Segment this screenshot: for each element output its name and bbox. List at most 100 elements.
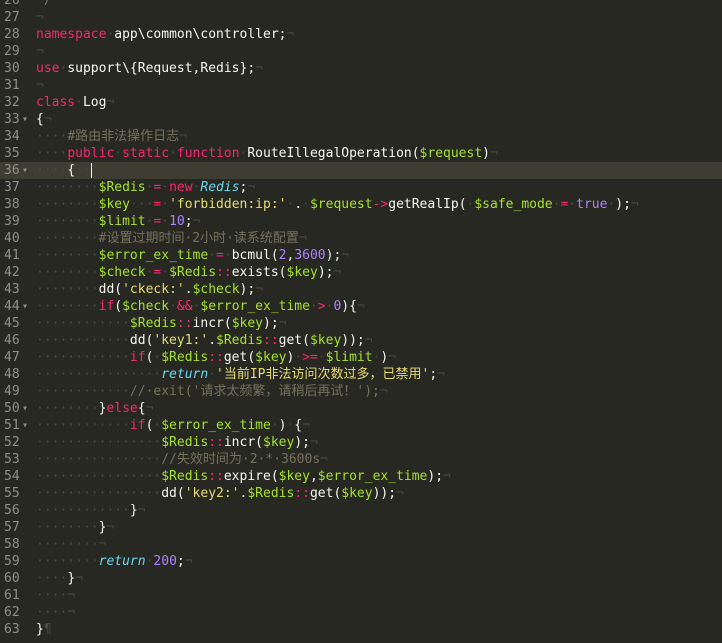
line-number: 45 bbox=[4, 316, 20, 331]
line-number: 41 bbox=[4, 248, 20, 263]
code-line[interactable]: 43 ········dd('ckeck:'.$check);¬ bbox=[0, 281, 722, 298]
code-line[interactable]: 42 ········$check·=·$Redis::exists($key)… bbox=[0, 264, 722, 281]
code-line[interactable]: 33 ▾ {¬ bbox=[0, 111, 722, 128]
code-text: class·Log¬ bbox=[36, 95, 115, 110]
line-number: 52 bbox=[4, 435, 20, 450]
code-line[interactable]: 28 namespace·app\common\controller;¬ bbox=[0, 26, 722, 43]
code-line[interactable]: 46 ············dd('key1:'.$Redis::get($k… bbox=[0, 332, 722, 349]
code-line[interactable]: 35 ····public·static·function·RouteIlleg… bbox=[0, 145, 722, 162]
code-line[interactable]: 32 class·Log¬ bbox=[0, 94, 722, 111]
code-line[interactable]: 53 ················//失效时间为·2·*·3600s¬ bbox=[0, 451, 722, 468]
line-number: 35 bbox=[4, 146, 20, 161]
code-line[interactable]: 41 ········$error_ex_time·=·bcmul(2,3600… bbox=[0, 247, 722, 264]
code-text: ········#设置过期时间·2小时·读系统配置¬ bbox=[36, 231, 307, 246]
code-text: ············dd('key1:'.$Redis::get($key)… bbox=[36, 333, 373, 348]
code-line[interactable]: 37 ········$Redis·=·new·Redis;¬ bbox=[0, 179, 722, 196]
code-line[interactable]: 56 ············}¬ bbox=[0, 502, 722, 519]
code-line[interactable]: 48 ················return·'当前IP非法访问次数过多，… bbox=[0, 366, 722, 383]
code-editor[interactable]: 26 */ 27 ¬ 28 namespace·app\common\contr… bbox=[0, 0, 722, 643]
code-line[interactable]: 62 ····¬ bbox=[0, 604, 722, 621]
code-text: {¬ bbox=[36, 112, 52, 127]
code-line[interactable]: 55 ················dd('key2:'.$Redis::ge… bbox=[0, 485, 722, 502]
line-number: 43 bbox=[4, 282, 20, 297]
code-text: ················$Redis::incr($key);¬ bbox=[36, 435, 318, 450]
code-text: */ bbox=[36, 0, 52, 8]
code-line[interactable]: 31 ¬ bbox=[0, 77, 722, 94]
line-number: 40 bbox=[4, 231, 20, 246]
code-line[interactable]: 61 ····¬ bbox=[0, 587, 722, 604]
line-number: 56 bbox=[4, 503, 20, 518]
code-line[interactable]: 50 ▾ ········}else{¬ bbox=[0, 400, 722, 417]
code-line[interactable]: 26 */ bbox=[0, 0, 722, 9]
code-text: ····¬ bbox=[36, 605, 76, 620]
line-number: 60 bbox=[4, 571, 20, 586]
code-text: ········}else{¬ bbox=[36, 401, 154, 416]
code-line[interactable]: 54 ················$Redis::expire($key,$… bbox=[0, 468, 722, 485]
code-line[interactable]: 34 ····#路由非法操作日志¬ bbox=[0, 128, 722, 145]
code-text: use·support\{Request,Redis};¬ bbox=[36, 61, 263, 76]
code-text: ················dd('key2:'.$Redis::get($… bbox=[36, 486, 404, 501]
line-number: 54 bbox=[4, 469, 20, 484]
code-text: ········if($check·&&·$error_ex_time·>·0)… bbox=[36, 299, 365, 314]
line-number: 55 bbox=[4, 486, 20, 501]
code-line[interactable]: 30 use·support\{Request,Redis};¬ bbox=[0, 60, 722, 77]
code-text: ····#路由非法操作日志¬ bbox=[36, 129, 187, 144]
code-line[interactable]: 44 ▾ ········if($check·&&·$error_ex_time… bbox=[0, 298, 722, 315]
line-number: 32 bbox=[4, 95, 20, 110]
code-text: ········return·200;¬ bbox=[36, 554, 193, 569]
code-line[interactable]: 51 ▾ ············if(·$error_ex_time·)·{¬ bbox=[0, 417, 722, 434]
code-line[interactable]: 29 ¬ bbox=[0, 43, 722, 60]
code-line[interactable]: 59 ········return·200;¬ bbox=[0, 553, 722, 570]
line-number: 48 bbox=[4, 367, 20, 382]
code-text: ········$check·=·$Redis::exists($key);¬ bbox=[36, 265, 342, 280]
line-number: 59 bbox=[4, 554, 20, 569]
code-text: ¬ bbox=[36, 44, 44, 59]
fold-arrow-icon[interactable]: ▾ bbox=[22, 162, 32, 179]
code-text: namespace·app\common\controller;¬ bbox=[36, 27, 295, 42]
code-line[interactable]: 52 ················$Redis::incr($key);¬ bbox=[0, 434, 722, 451]
fold-arrow-icon[interactable]: ▾ bbox=[22, 111, 32, 128]
fold-arrow-icon[interactable]: ▾ bbox=[22, 417, 32, 434]
line-number: 47 bbox=[4, 350, 20, 365]
code-text: ········dd('ckeck:'.$check);¬ bbox=[36, 282, 264, 297]
code-text: ¬ bbox=[36, 78, 44, 93]
code-line[interactable]: 39 ········$limit·=·10;¬ bbox=[0, 213, 722, 230]
code-line[interactable]: 45 ············$Redis::incr($key);¬ bbox=[0, 315, 722, 332]
code-text: ············if(·$Redis::get($key)·>=·$li… bbox=[36, 350, 397, 365]
code-line[interactable]: 58 ········¬ bbox=[0, 536, 722, 553]
code-text: ········}¬ bbox=[36, 520, 115, 535]
code-text: ········$Redis·=·new·Redis;¬ bbox=[36, 180, 256, 195]
code-text: ····}¬ bbox=[36, 571, 83, 586]
code-text: ····{·· bbox=[36, 163, 92, 178]
line-number: 58 bbox=[4, 537, 20, 552]
code-area[interactable]: 26 */ 27 ¬ 28 namespace·app\common\contr… bbox=[0, 0, 722, 638]
line-number: 39 bbox=[4, 214, 20, 229]
text-cursor bbox=[90, 163, 92, 178]
code-line[interactable]: 40 ········#设置过期时间·2小时·读系统配置¬ bbox=[0, 230, 722, 247]
code-line[interactable]: 27 ¬ bbox=[0, 9, 722, 26]
line-number: 42 bbox=[4, 265, 20, 280]
code-line[interactable]: 47 ············if(·$Redis::get($key)·>=·… bbox=[0, 349, 722, 366]
code-line[interactable]: 49 ············//·exit('请求太频繁，请稍后再试！');¬ bbox=[0, 383, 722, 400]
code-text: ········¬ bbox=[36, 537, 107, 552]
code-line[interactable]: 38 ········$key···=·'forbidden:ip:'·.·$r… bbox=[0, 196, 722, 213]
fold-arrow-icon[interactable]: ▾ bbox=[22, 298, 32, 315]
code-text: ¬ bbox=[36, 10, 44, 25]
line-number: 37 bbox=[4, 180, 20, 195]
code-line[interactable]: 57 ········}¬ bbox=[0, 519, 722, 536]
fold-arrow-icon[interactable]: ▾ bbox=[22, 400, 32, 417]
line-number: 30 bbox=[4, 61, 20, 76]
code-text: ················$Redis::expire($key,$err… bbox=[36, 469, 451, 484]
code-line[interactable]: 60 ····}¬ bbox=[0, 570, 722, 587]
code-text: ············//·exit('请求太频繁，请稍后再试！');¬ bbox=[36, 384, 388, 399]
line-number: 27 bbox=[4, 10, 20, 25]
code-text: ········$error_ex_time·=·bcmul(2,3600);¬ bbox=[36, 248, 350, 263]
line-number: 29 bbox=[4, 44, 20, 59]
code-text: ····¬ bbox=[36, 588, 76, 603]
line-number: 53 bbox=[4, 452, 20, 467]
code-text: ········$key···=·'forbidden:ip:'·.·$requ… bbox=[36, 197, 639, 212]
line-number: 46 bbox=[4, 333, 20, 348]
code-line-current[interactable]: 36 ▾ ····{·· bbox=[0, 162, 722, 179]
code-text: ············}¬ bbox=[36, 503, 146, 518]
code-line[interactable]: 63 }¶ bbox=[0, 621, 722, 638]
